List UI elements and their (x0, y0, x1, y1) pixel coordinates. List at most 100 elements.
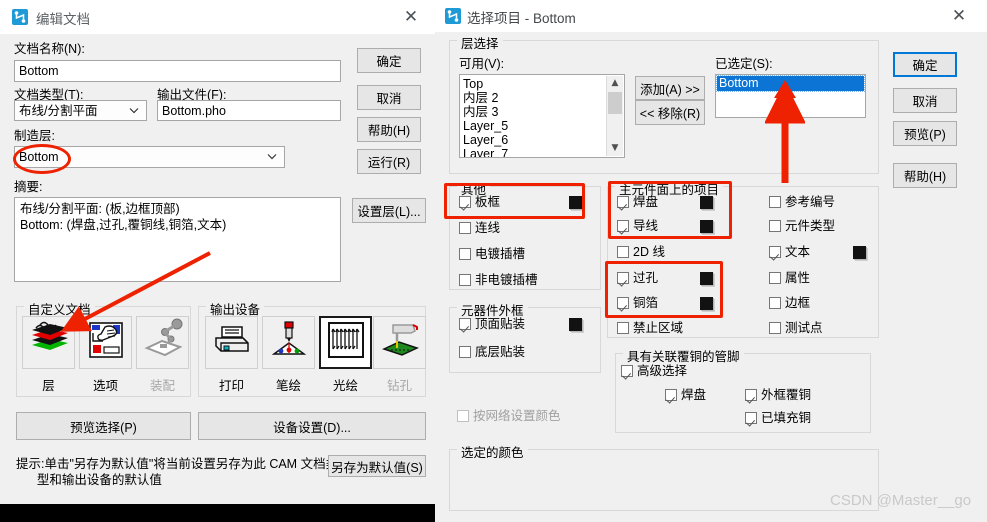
color-swatch-board-outline[interactable] (569, 196, 582, 209)
checkbox-connections[interactable]: 连线 (459, 221, 500, 236)
doc-type-value: 布线/分割平面 (19, 104, 98, 118)
doc-type-combo[interactable]: 布线/分割平面 (14, 100, 147, 121)
scroll-up-icon[interactable]: ▲ (607, 76, 623, 91)
list-item[interactable]: Layer_5 (463, 119, 508, 134)
checkbox-part-type[interactable]: 元件类型 (769, 219, 835, 234)
doc-name-input[interactable]: Bottom (14, 60, 341, 82)
help-button[interactable]: 帮助(H) (357, 117, 421, 142)
checkbox-sub-outline-copper[interactable]: 外框覆铜 (745, 388, 811, 403)
checkbox-label: 连线 (475, 221, 501, 235)
checkbox-advanced-select[interactable]: 高级选择 (621, 364, 687, 379)
checkbox-nonplated-slot[interactable]: 非电镀插槽 (459, 273, 538, 288)
checkbox-label: 按网络设置颜色 (473, 409, 561, 423)
checkbox-bottom-mount[interactable]: 底层贴装 (459, 345, 525, 360)
checkbox-label: 元件类型 (785, 219, 836, 233)
remove-layer-button[interactable]: << 移除(R) (635, 100, 705, 125)
custom-doc-button-layers[interactable] (22, 316, 75, 369)
doc-name-label: 文档名称(N): (14, 42, 85, 56)
list-item[interactable]: 内层 3 (463, 105, 498, 120)
output-file-input[interactable]: Bottom.pho (157, 100, 341, 121)
checkbox-plated-slot[interactable]: 电镀插槽 (459, 247, 525, 262)
color-swatch-trace[interactable] (700, 220, 713, 233)
available-listbox[interactable]: Top 内层 2 内层 3 Layer_5 Layer_6 Layer_7 ▲ … (459, 74, 625, 158)
scrollbar-thumb[interactable] (608, 92, 622, 114)
checkbox-box (769, 220, 781, 232)
selected-listbox[interactable]: Bottom (715, 74, 866, 118)
color-swatch-copper[interactable] (700, 297, 713, 310)
color-swatch-via[interactable] (700, 272, 713, 285)
help-button[interactable]: 帮助(H) (893, 163, 957, 188)
checkbox-label: 导线 (633, 219, 659, 233)
checkbox-outline[interactable]: 边框 (769, 296, 810, 311)
checkbox-testpoint[interactable]: 测试点 (769, 321, 823, 336)
available-label: 可用(V): (459, 57, 504, 72)
selected-color-group-title: 选定的颜色 (457, 442, 528, 461)
checkbox-box (745, 389, 757, 401)
manufacture-layer-combo[interactable]: Bottom (14, 146, 285, 168)
ok-button[interactable]: 确定 (893, 52, 957, 77)
output-device-label-penplot: 笔绘 (275, 379, 301, 393)
checkbox-label: 禁止区域 (633, 321, 684, 335)
checkbox-box (769, 246, 781, 258)
output-device-button-print[interactable] (205, 316, 258, 369)
cancel-button[interactable]: 取消 (357, 85, 421, 110)
list-item[interactable]: Top (463, 77, 483, 92)
checkbox-label: 已填充铜 (761, 411, 812, 425)
checkbox-label: 属性 (785, 271, 811, 285)
watermark: CSDN @Master__go (830, 492, 972, 509)
cancel-button[interactable]: 取消 (893, 88, 957, 113)
preview-button[interactable]: 预览(P) (893, 121, 957, 146)
list-item-selected[interactable]: Bottom (716, 75, 865, 92)
checkbox-attribute[interactable]: 属性 (769, 271, 810, 286)
checkbox-refdes[interactable]: 参考编号 (769, 195, 835, 210)
output-device-label-drill: 钻孔 (386, 379, 412, 393)
checkbox-2d-line[interactable]: 2D 线 (617, 245, 665, 260)
checkbox-text[interactable]: 文本 (769, 245, 810, 260)
checkbox-box (457, 410, 469, 422)
checkbox-via[interactable]: 过孔 (617, 271, 658, 286)
color-swatch-pad[interactable] (700, 196, 713, 209)
custom-doc-button-assembly (136, 316, 189, 369)
checkbox-pad[interactable]: 焊盘 (617, 195, 658, 210)
checkbox-box (769, 196, 781, 208)
run-button[interactable]: 运行(R) (357, 149, 421, 174)
checkbox-box (621, 365, 633, 377)
add-layer-button[interactable]: 添加(A) >> (635, 76, 705, 100)
save-as-default-button[interactable]: 另存为默认值(S) (328, 455, 426, 477)
color-swatch-text[interactable] (853, 246, 866, 259)
list-item[interactable]: Layer_6 (463, 133, 508, 148)
summary-line-2: Bottom: (焊盘,过孔,覆铜线,铜箔,文本) (20, 218, 227, 232)
close-icon[interactable]: ✕ (393, 4, 429, 30)
preview-select-button[interactable]: 预览选择(P) (16, 412, 191, 440)
output-device-button-photoplot[interactable] (319, 316, 372, 369)
checkbox-box (769, 297, 781, 309)
output-device-button-penplot[interactable] (262, 316, 315, 369)
custom-doc-button-options[interactable] (79, 316, 132, 369)
color-swatch-top-mount[interactable] (569, 318, 582, 331)
manufacture-layer-value: Bottom (19, 150, 59, 164)
set-layer-button[interactable]: 设置层(L)... (352, 198, 426, 223)
chevron-down-icon (267, 154, 277, 160)
checkbox-copper[interactable]: 铜箔 (617, 296, 658, 311)
screenshot-root: 编辑文档 ✕ 文档名称(N): Bottom 文档类型(T): 布线/分割平面 … (0, 0, 987, 522)
checkbox-trace[interactable]: 导线 (617, 219, 658, 234)
checkbox-box (617, 322, 629, 334)
device-setup-button[interactable]: 设备设置(D)... (198, 412, 426, 440)
checkbox-sub-pad[interactable]: 焊盘 (665, 388, 706, 403)
summary-textarea[interactable]: 布线/分割平面: (板,边框顶部) Bottom: (焊盘,过孔,覆铜线,铜箔,… (14, 197, 341, 282)
checkbox-label: 过孔 (633, 271, 659, 285)
checkbox-top-mount[interactable]: 顶面贴装 (459, 317, 525, 332)
checkbox-sub-filled-copper[interactable]: 已填充铜 (745, 411, 811, 426)
summary-label: 摘要: (14, 180, 43, 194)
checkbox-box (459, 248, 471, 260)
output-device-label-print: 打印 (218, 379, 244, 393)
close-icon[interactable]: ✕ (941, 3, 977, 29)
checkbox-board-outline[interactable]: 板框 (459, 195, 500, 210)
scrollbar-vertical[interactable]: ▲ ▼ (606, 76, 623, 156)
checkbox-box (617, 246, 629, 258)
list-item[interactable]: 内层 2 (463, 91, 498, 106)
scroll-down-icon[interactable]: ▼ (607, 141, 623, 156)
checkbox-keepout[interactable]: 禁止区域 (617, 321, 683, 336)
list-item[interactable]: Layer_7 (463, 147, 508, 157)
ok-button[interactable]: 确定 (357, 48, 421, 73)
